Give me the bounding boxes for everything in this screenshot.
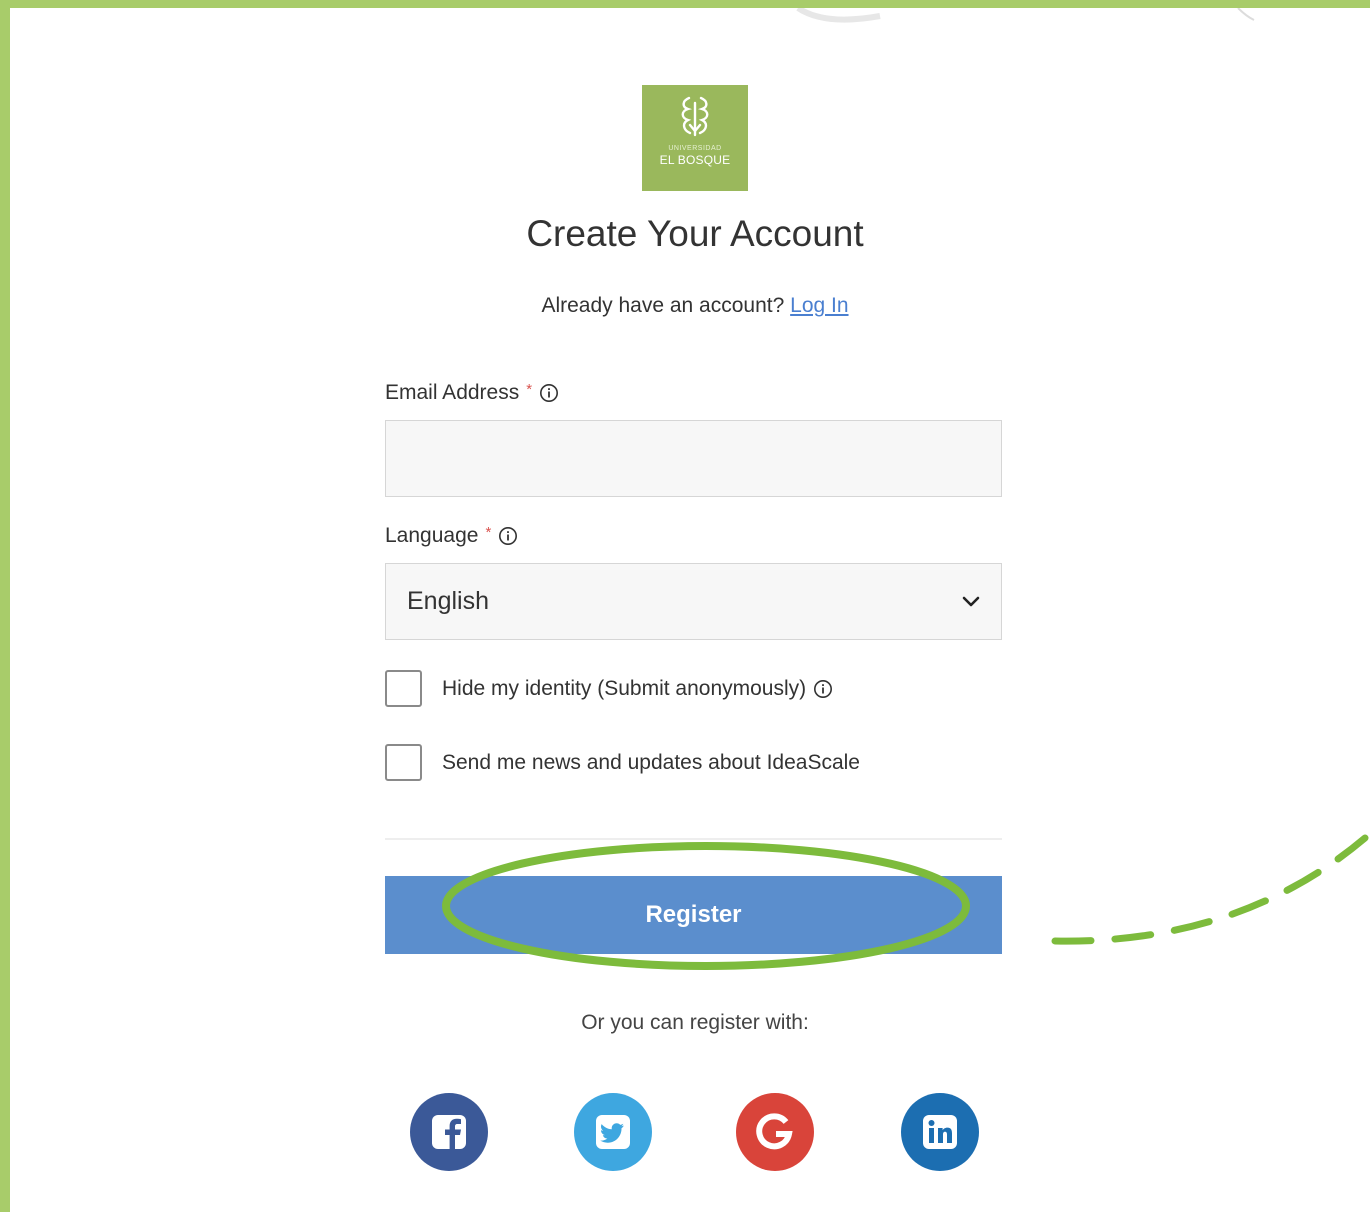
email-field[interactable] (385, 420, 1002, 497)
linkedin-button[interactable] (901, 1093, 979, 1171)
newsletter-option[interactable]: Send me news and updates about IdeaScale (385, 744, 860, 781)
anonymous-option[interactable]: Hide my identity (Submit anonymously) (385, 670, 833, 707)
newsletter-checkbox[interactable] (385, 744, 422, 781)
google-button[interactable] (736, 1093, 814, 1171)
required-asterisk: * (485, 523, 492, 541)
login-prompt-text: Already have an account? (541, 294, 785, 317)
info-icon[interactable] (498, 526, 518, 546)
newsletter-label: Send me news and updates about IdeaScale (442, 750, 860, 774)
linkedin-icon (923, 1115, 957, 1149)
info-icon[interactable] (813, 679, 833, 699)
social-caption: Or you can register with: (581, 1011, 809, 1034)
register-button[interactable]: Register (385, 876, 1002, 954)
google-icon (756, 1113, 793, 1150)
chevron-down-icon (962, 596, 980, 606)
language-label: Language * (385, 524, 518, 548)
language-label-text: Language (385, 524, 479, 547)
language-selected-value: English (407, 587, 489, 615)
email-label-text: Email Address (385, 381, 520, 404)
university-logo: UNIVERSIDAD EL BOSQUE (642, 85, 748, 191)
facebook-icon (432, 1115, 466, 1149)
logo-line-small: UNIVERSIDAD (668, 145, 722, 152)
facebook-button[interactable] (410, 1093, 488, 1171)
divider (385, 838, 1002, 840)
language-select[interactable]: English (385, 563, 1002, 640)
twitter-button[interactable] (574, 1093, 652, 1171)
login-prompt: Already have an account? Log In (10, 294, 1370, 318)
info-icon[interactable] (539, 383, 559, 403)
twitter-icon (596, 1115, 630, 1149)
page-title: Create Your Account (526, 213, 864, 254)
logo-line-main: EL BOSQUE (659, 153, 731, 167)
crest-icon (681, 96, 709, 137)
anonymous-checkbox[interactable] (385, 670, 422, 707)
login-link[interactable]: Log In (790, 294, 848, 317)
email-label: Email Address * (385, 381, 559, 405)
page-canvas: UNIVERSIDAD EL BOSQUE Create Your Accoun… (10, 8, 1370, 1212)
anonymous-label-text: Hide my identity (Submit anonymously) (442, 676, 807, 700)
anonymous-option-label: Hide my identity (Submit anonymously) (442, 677, 833, 701)
required-asterisk: * (526, 380, 533, 398)
